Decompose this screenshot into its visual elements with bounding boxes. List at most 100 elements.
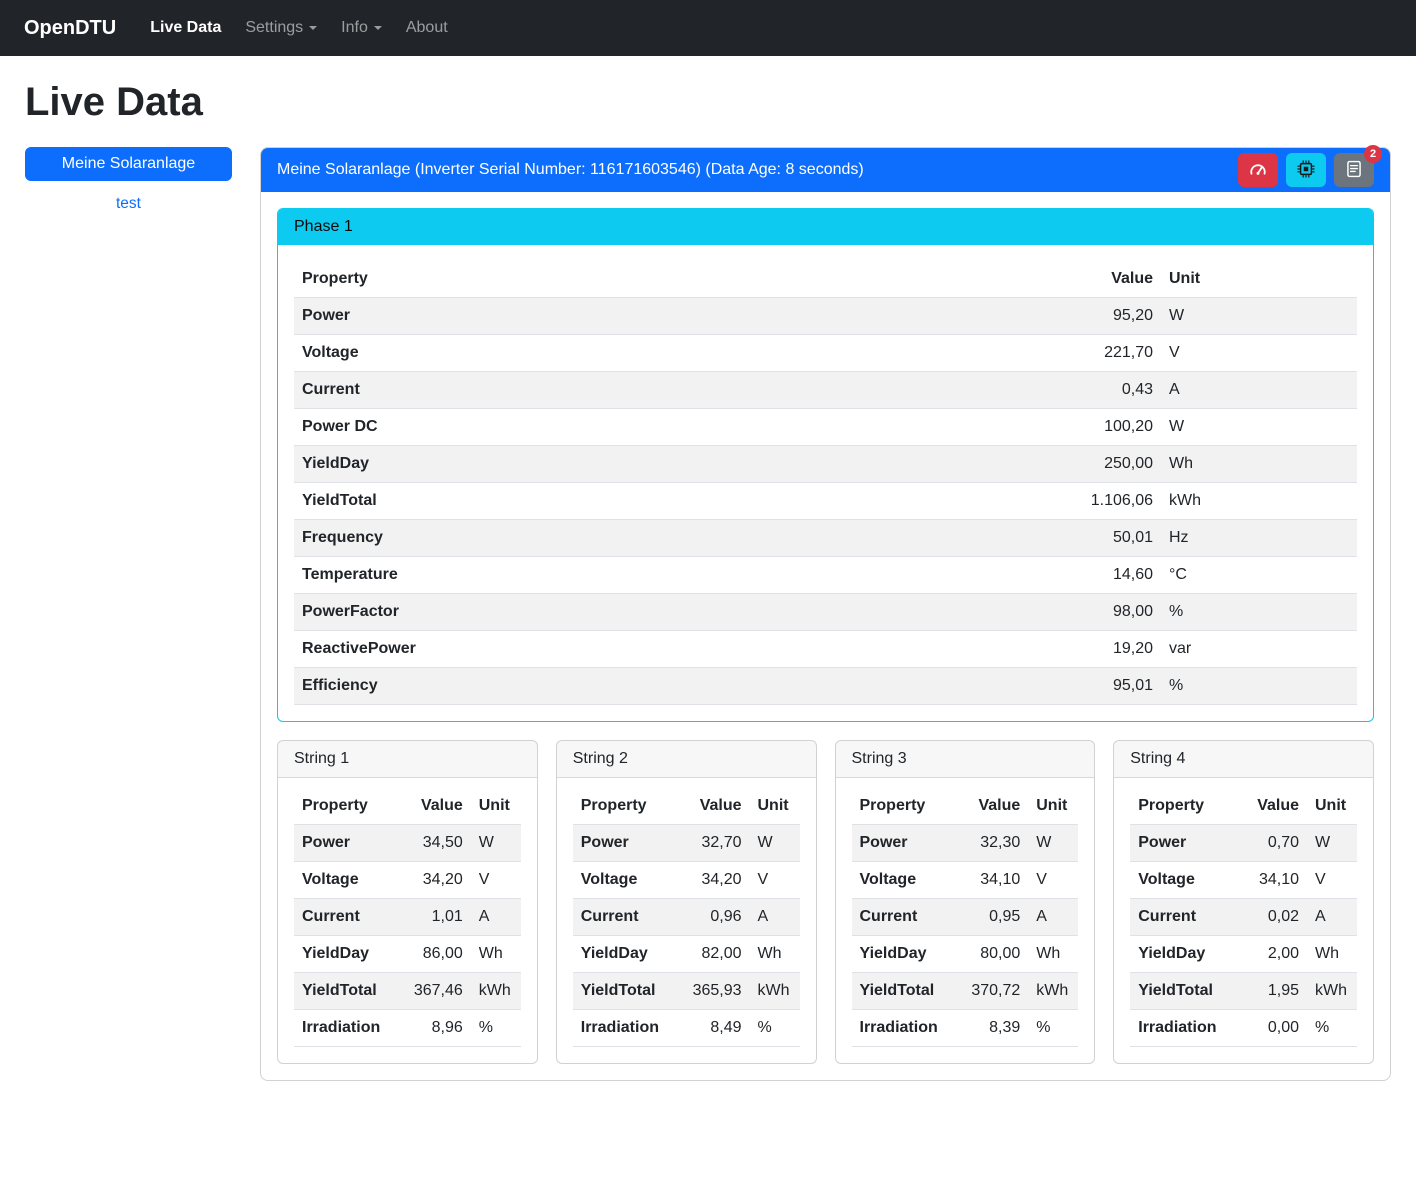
unit-cell: % [750, 1010, 800, 1047]
value-cell: 98,00 [1011, 594, 1161, 631]
table-row: Irradiation0,00% [1130, 1010, 1357, 1047]
unit-cell: Wh [471, 936, 521, 973]
inverter-sidebar: Meine Solaranlage test [25, 147, 232, 213]
table-row: Irradiation8,39% [852, 1010, 1079, 1047]
unit-cell: % [1307, 1010, 1357, 1047]
unit-cell: % [471, 1010, 521, 1047]
inverter-link-test[interactable]: test [25, 195, 232, 213]
event-log-badge: 2 [1364, 145, 1382, 163]
unit-cell: A [750, 899, 800, 936]
top-navbar: OpenDTU Live Data Settings Info About [0, 0, 1416, 56]
property-cell: Power [294, 298, 1011, 335]
table-row: Current0,02A [1130, 899, 1357, 936]
property-cell: Current [1130, 899, 1235, 936]
value-cell: 221,70 [1011, 335, 1161, 372]
unit-cell: Wh [750, 936, 800, 973]
column-header-property: Property [294, 788, 399, 825]
limit-settings-button[interactable] [1238, 153, 1278, 187]
table-row: Efficiency95,01% [294, 668, 1357, 705]
string-3-data-table: Property Value Unit Power32,30WVoltage34… [852, 788, 1079, 1047]
property-cell: Current [573, 899, 678, 936]
property-cell: YieldTotal [573, 973, 678, 1010]
unit-cell: kWh [750, 973, 800, 1010]
property-cell: Voltage [294, 862, 399, 899]
property-cell: YieldDay [1130, 936, 1235, 973]
inverter-select-button[interactable]: Meine Solaranlage [25, 147, 232, 181]
property-cell: Voltage [573, 862, 678, 899]
phase-card: Phase 1 Property Value Unit Power95,20WV… [277, 208, 1374, 722]
unit-cell: kWh [1307, 973, 1357, 1010]
value-cell: 34,10 [1235, 862, 1307, 899]
property-cell: Voltage [852, 862, 957, 899]
event-log-button[interactable]: 2 [1334, 153, 1374, 187]
property-cell: Irradiation [852, 1010, 957, 1047]
unit-cell: °C [1161, 557, 1357, 594]
table-row: Current0,96A [573, 899, 800, 936]
unit-cell: Wh [1161, 446, 1357, 483]
property-cell: Current [852, 899, 957, 936]
table-row: Voltage221,70V [294, 335, 1357, 372]
property-cell: YieldDay [294, 936, 399, 973]
string-card-title: String 2 [557, 741, 816, 778]
value-cell: 0,43 [1011, 372, 1161, 409]
column-header-property: Property [852, 788, 957, 825]
value-cell: 32,30 [956, 825, 1028, 862]
brand-opendtu[interactable]: OpenDTU [24, 17, 116, 40]
value-cell: 19,20 [1011, 631, 1161, 668]
table-row: Power DC100,20W [294, 409, 1357, 446]
table-header-row: Property Value Unit [294, 261, 1357, 298]
property-cell: Temperature [294, 557, 1011, 594]
inverter-panel: Meine Solaranlage (Inverter Serial Numbe… [260, 147, 1391, 1081]
unit-cell: A [1028, 899, 1078, 936]
cpu-chip-icon [1297, 160, 1315, 181]
value-cell: 80,00 [956, 936, 1028, 973]
property-cell: Current [294, 899, 399, 936]
unit-cell: V [471, 862, 521, 899]
value-cell: 1.106,06 [1011, 483, 1161, 520]
inverter-panel-body: Phase 1 Property Value Unit Power95,20WV… [261, 192, 1390, 1080]
value-cell: 8,96 [399, 1010, 471, 1047]
unit-cell: Wh [1307, 936, 1357, 973]
unit-cell: V [750, 862, 800, 899]
value-cell: 370,72 [956, 973, 1028, 1010]
nav-item-about[interactable]: About [398, 11, 456, 45]
column-header-value: Value [399, 788, 471, 825]
column-header-property: Property [1130, 788, 1235, 825]
property-cell: YieldDay [294, 446, 1011, 483]
nav-item-live-data[interactable]: Live Data [142, 11, 229, 45]
property-cell: ReactivePower [294, 631, 1011, 668]
table-row: Temperature14,60°C [294, 557, 1357, 594]
value-cell: 34,50 [399, 825, 471, 862]
journal-document-icon [1345, 160, 1363, 181]
table-row: Power32,70W [573, 825, 800, 862]
string-card-title: String 1 [278, 741, 537, 778]
value-cell: 86,00 [399, 936, 471, 973]
table-row: Current0,43A [294, 372, 1357, 409]
property-cell: YieldTotal [1130, 973, 1235, 1010]
device-info-button[interactable] [1286, 153, 1326, 187]
table-row: YieldTotal367,46kWh [294, 973, 521, 1010]
column-header-property: Property [573, 788, 678, 825]
property-cell: YieldDay [852, 936, 957, 973]
nav-item-settings[interactable]: Settings [237, 11, 325, 45]
column-header-value: Value [678, 788, 750, 825]
string-card-title: String 4 [1114, 741, 1373, 778]
column-header-unit: Unit [471, 788, 521, 825]
table-row: YieldDay82,00Wh [573, 936, 800, 973]
value-cell: 367,46 [399, 973, 471, 1010]
unit-cell: V [1307, 862, 1357, 899]
unit-cell: A [1161, 372, 1357, 409]
table-row: Current0,95A [852, 899, 1079, 936]
value-cell: 250,00 [1011, 446, 1161, 483]
nav-item-info[interactable]: Info [333, 11, 390, 45]
phase-card-body: Property Value Unit Power95,20WVoltage22… [278, 245, 1373, 721]
unit-cell: W [1028, 825, 1078, 862]
table-row: YieldDay80,00Wh [852, 936, 1079, 973]
page-title: Live Data [25, 80, 1391, 125]
unit-cell: var [1161, 631, 1357, 668]
table-row: YieldDay2,00Wh [1130, 936, 1357, 973]
table-row: YieldTotal365,93kWh [573, 973, 800, 1010]
column-header-value: Value [1235, 788, 1307, 825]
value-cell: 0,70 [1235, 825, 1307, 862]
string-card-3: String 3 Property Value Unit [835, 740, 1096, 1064]
